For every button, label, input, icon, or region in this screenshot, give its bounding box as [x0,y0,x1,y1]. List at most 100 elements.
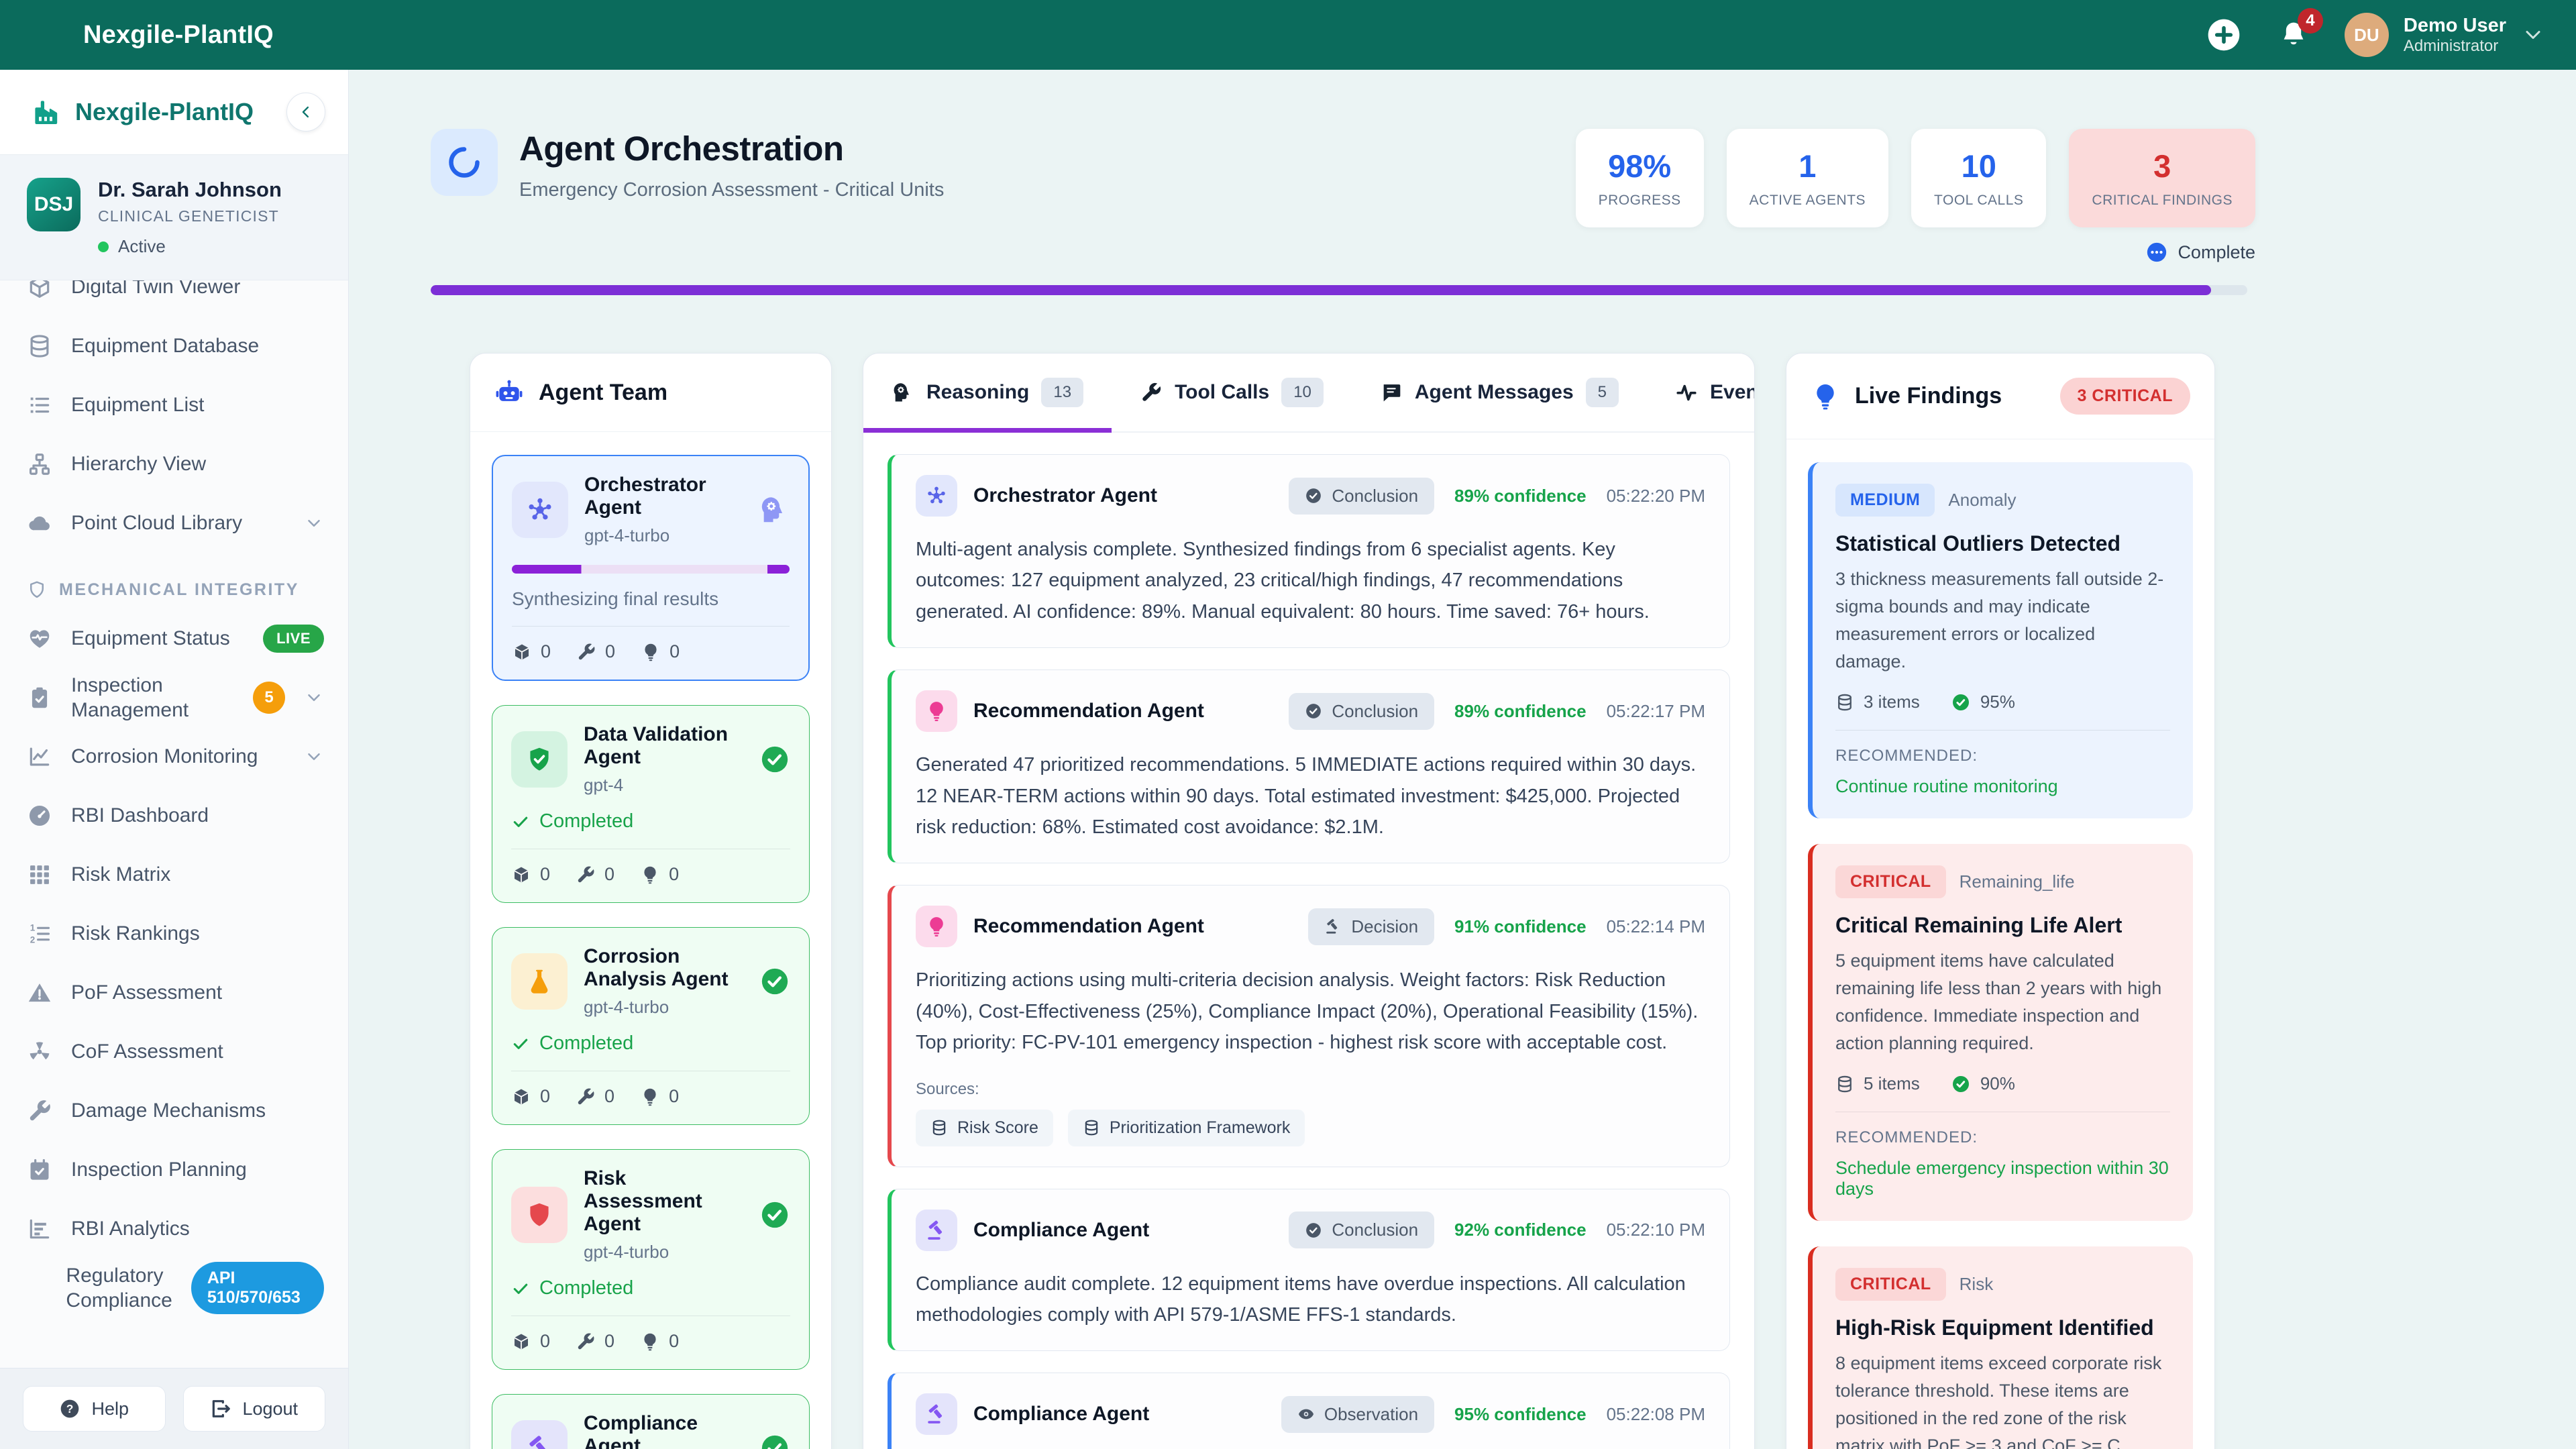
tab-events[interactable]: Events18 [1647,354,1755,431]
sidebar-item-equipment-list[interactable]: Equipment List [27,376,324,435]
message-agent-icon [925,700,948,722]
sidebar-item-pof-assessment[interactable]: PoF Assessment [27,963,324,1022]
sidebar-collapse-button[interactable] [286,93,325,131]
agent-card-corrosion-analysis-agent[interactable]: Corrosion Analysis Agent gpt-4-turbo Com… [492,927,810,1125]
logout-button[interactable]: Logout [183,1386,326,1432]
agent-completed-icon [759,1433,790,1449]
message-agent-icon [925,484,948,507]
message-time: 05:22:08 PM [1607,1404,1705,1425]
sidebar-item-inspection-planning[interactable]: Inspection Planning [27,1140,324,1199]
wrench-icon [576,1332,596,1352]
agent-name: Corrosion Analysis Agent [584,945,743,991]
message-type-badge: Conclusion [1289,693,1434,730]
message-time: 05:22:14 PM [1607,916,1705,937]
user-menu[interactable]: DU Demo User Administrator [2345,13,2545,57]
list-icon [27,392,52,418]
sidebar-item-point-cloud-library[interactable]: Point Cloud Library [27,494,324,553]
sidebar-item-risk-rankings[interactable]: 12Risk Rankings [27,904,324,963]
run-status: Complete [1576,241,2255,264]
run-progress-fill [431,285,2211,295]
sidebar-item-label: Risk Rankings [71,921,324,947]
tab-agent-messages[interactable]: Agent Messages 5 [1352,354,1647,431]
sidebar-item-rbi-analytics[interactable]: RBI Analytics [27,1199,324,1258]
tab-tool-calls[interactable]: Tool Calls10 [1112,354,1352,431]
agent-count-package-icon: 0 [512,641,551,662]
agent-completed-icon [759,1199,790,1230]
check-icon [511,1279,530,1298]
sidebar-item-rbi-dashboard[interactable]: RBI Dashboard [27,786,324,845]
sidebar-item-equipment-status[interactable]: Equipment StatusLIVE [27,609,324,668]
sidebar-brand-label: Nexgile-PlantIQ [75,98,273,126]
finding-items: 5 items [1835,1073,1920,1094]
agent-count-bulb-icon: 0 [640,1331,679,1352]
finding-title: High-Risk Equipment Identified [1835,1316,2170,1340]
tab-count-badge: 13 [1041,378,1083,407]
agent-card-compliance-agent[interactable]: Compliance Agent gpt-4 Completed000 [492,1394,810,1449]
agent-model: gpt-4-turbo [584,1242,743,1263]
sidebar-item-digital-twin-viewer[interactable]: Digital Twin Viewer [27,280,324,317]
source-chip-prioritization-framework[interactable]: Prioritization Framework [1068,1110,1305,1146]
feed-tabbar: Reasoning13Tool Calls10 Agent Messages 5 Ev… [863,354,1754,433]
package-icon [511,1332,531,1352]
recommended-label: RECOMMENDED: [1835,1128,2170,1147]
page-title: Agent Orchestration [519,129,944,168]
agent-team-panel: Agent Team Orchestrator Agent gpt-4-turb… [470,353,832,1449]
message-agent-name: Recommendation Agent [973,700,1204,722]
navbar-brand-label: Nexgile-PlantIQ [83,21,274,50]
add-button[interactable] [2205,16,2243,54]
tab-count-badge: 5 [1586,378,1619,407]
agent-name: Compliance Agent [584,1412,743,1449]
agent-model: gpt-4-turbo [584,525,743,546]
agent-count-package-icon: 0 [511,864,550,885]
help-button[interactable]: ? Help [23,1386,166,1432]
tab-label: Agent Messages [1415,381,1574,404]
page-subtitle: Emergency Corrosion Assessment - Critica… [519,179,944,201]
sidebar-item-equipment-database[interactable]: Equipment Database [27,317,324,376]
logout-label: Logout [242,1399,298,1419]
hierarchy-icon [27,451,52,477]
run-status-label: Complete [2178,242,2255,263]
user-role: Administrator [2404,37,2506,56]
sidebar-item-cof-assessment[interactable]: CoF Assessment [27,1022,324,1081]
page-icon [431,129,498,196]
message-text: Generated 47 prioritized recommendations… [916,749,1705,843]
status-dot [98,241,109,252]
finding-type: Anomaly [1948,490,2016,511]
finding-card-critical-remaining-life-alert: CRITICAL Remaining_life Critical Remaini… [1808,844,2193,1221]
profile-avatar: DSJ [27,178,80,231]
database-icon [1835,1075,1854,1093]
message-type-badge: Conclusion [1289,1212,1434,1248]
sidebar-item-damage-mechanisms[interactable]: Damage Mechanisms [27,1081,324,1140]
severity-badge: MEDIUM [1835,484,1935,517]
notifications-button[interactable]: 4 [2277,19,2310,51]
sidebar-item-label: RBI Analytics [71,1216,324,1242]
stat-value: 98% [1599,148,1681,184]
chat-icon [1380,381,1403,404]
message-type-badge: Observation [1281,1396,1434,1433]
agent-card-data-validation-agent[interactable]: Data Validation Agent gpt-4 Completed000 [492,705,810,903]
finding-title: Critical Remaining Life Alert [1835,913,2170,938]
sidebar-item-hierarchy-view[interactable]: Hierarchy View [27,435,324,494]
sidebar-item-regulatory-compliance[interactable]: Regulatory ComplianceAPI 510/570/653 [27,1258,324,1318]
chevron-down-icon [2521,23,2545,47]
tab-reasoning[interactable]: Reasoning13 [863,354,1112,431]
agent-card-risk-assessment-agent[interactable]: Risk Assessment Agent gpt-4-turbo Comple… [492,1149,810,1370]
agent-status: Completed [511,1277,790,1299]
wrench-icon [1140,381,1163,404]
finding-title: Statistical Outliers Detected [1835,531,2170,556]
sidebar-item-corrosion-monitoring[interactable]: Corrosion Monitoring [27,727,324,786]
svg-text:1: 1 [30,923,36,933]
agent-count-wrench-icon: 0 [576,1331,614,1352]
finding-recommendation[interactable]: Continue routine monitoring [1835,776,2170,797]
finding-recommendation[interactable]: Schedule emergency inspection within 30 … [1835,1158,2170,1199]
message-agent-icon [925,1219,948,1242]
sidebar-item-label: Equipment Status [71,626,244,651]
wrench-icon [27,1098,52,1124]
source-chip-risk-score[interactable]: Risk Score [916,1110,1053,1146]
agent-card-orchestrator-agent[interactable]: Orchestrator Agent gpt-4-turbo Synthesiz… [492,455,810,681]
check-circle-icon [1305,487,1322,504]
sidebar-item-inspection-management[interactable]: Inspection Management5 [27,668,324,727]
bar-chart-icon [27,1216,52,1242]
finding-confidence: 95% [1951,692,2015,712]
sidebar-item-risk-matrix[interactable]: Risk Matrix [27,845,324,904]
